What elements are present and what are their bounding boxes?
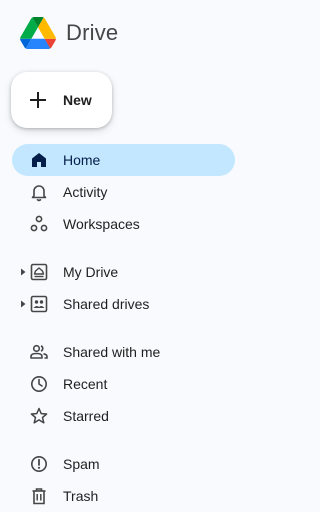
sidebar-item-recent[interactable]: Recent <box>12 368 235 400</box>
sidebar-item-label: Workspaces <box>63 216 140 232</box>
sidebar-item-activity[interactable]: Activity <box>12 176 235 208</box>
sidebar-item-my-drive[interactable]: My Drive <box>12 256 235 288</box>
sidebar-item-workspaces[interactable]: Workspaces <box>12 208 235 240</box>
sidebar-item-label: My Drive <box>63 264 119 280</box>
sidebar-item-shared-with-me[interactable]: Shared with me <box>12 336 235 368</box>
sidebar-item-label: Activity <box>63 184 108 200</box>
sidebar-item-shared-drives[interactable]: Shared drives <box>12 288 235 320</box>
google-drive-logo-icon[interactable] <box>20 17 56 49</box>
app-title: Drive <box>66 20 119 45</box>
expand-arrow-icon[interactable] <box>19 300 27 308</box>
app-header: Drive <box>20 14 118 52</box>
my-drive-icon <box>29 262 49 282</box>
bell-icon <box>29 182 49 202</box>
sidebar-item-label: Starred <box>63 408 109 424</box>
sidebar-item-spam[interactable]: Spam <box>12 448 235 480</box>
shared-drives-icon <box>29 294 49 314</box>
plus-icon <box>30 92 46 108</box>
people-icon <box>29 342 49 362</box>
sidebar-item-starred[interactable]: Starred <box>12 400 235 432</box>
trash-icon <box>29 486 49 506</box>
sidebar-item-label: Home <box>63 152 101 168</box>
sidebar-item-label: Shared with me <box>63 344 161 360</box>
star-icon <box>29 406 49 426</box>
sidebar-item-home[interactable]: Home <box>12 144 235 176</box>
new-button-label: New <box>63 92 92 108</box>
home-icon <box>29 150 49 170</box>
expand-arrow-icon[interactable] <box>19 268 27 276</box>
new-button[interactable]: New <box>11 72 112 128</box>
workspaces-icon <box>29 214 49 234</box>
sidebar-item-label: Trash <box>63 488 99 504</box>
spam-icon <box>29 454 49 474</box>
sidebar-item-label: Spam <box>63 456 100 472</box>
clock-icon <box>29 374 49 394</box>
sidebar-item-label: Shared drives <box>63 296 150 312</box>
sidebar-item-trash[interactable]: Trash <box>12 480 235 512</box>
sidebar-item-label: Recent <box>63 376 108 392</box>
